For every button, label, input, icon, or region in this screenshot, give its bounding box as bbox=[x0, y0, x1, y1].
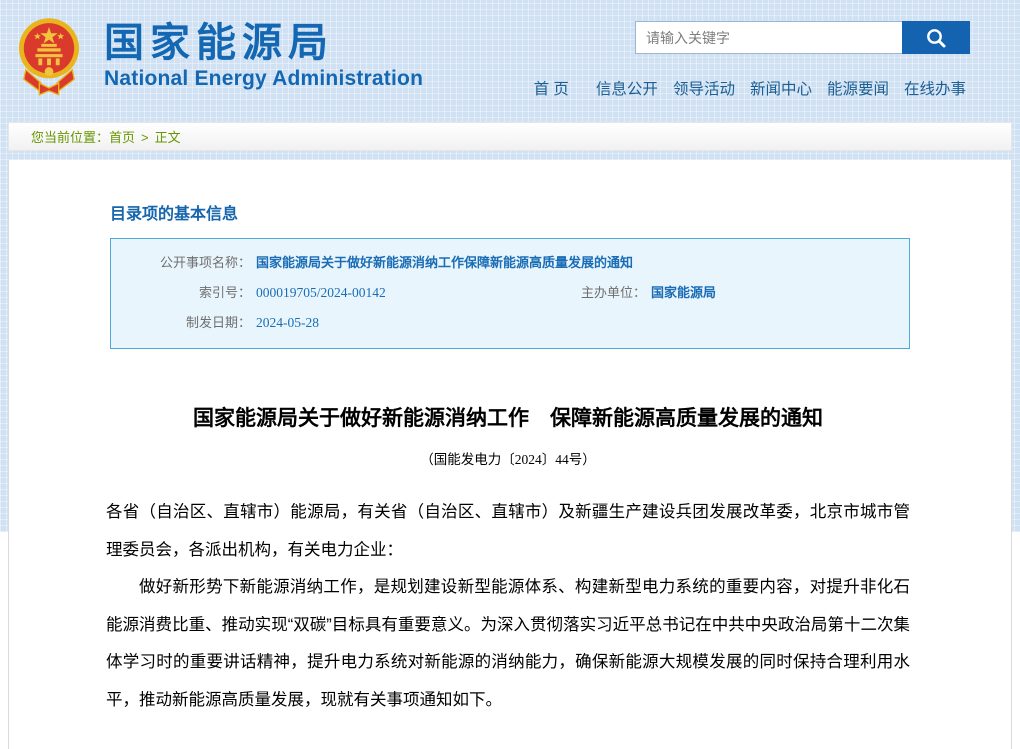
content-panel: 目录项的基本信息 公开事项名称： 国家能源局关于做好新能源消纳工作保障新能源高质… bbox=[8, 160, 1012, 749]
breadcrumb: 您当前位置：首页 > 正文 bbox=[8, 122, 1012, 151]
nav-item-online-services[interactable]: 在线办事 bbox=[904, 77, 966, 99]
breadcrumb-current: 正文 bbox=[154, 130, 181, 145]
search-bar bbox=[635, 21, 970, 54]
info-label-name: 公开事项名称： bbox=[159, 255, 251, 270]
section-title: 目录项的基本信息 bbox=[110, 206, 239, 223]
info-row-index-org: 索引号： 000019705/2024-00142 主办单位： 国家能源局 bbox=[111, 278, 909, 308]
info-row-date: 制发日期： 2024-05-28 bbox=[111, 308, 909, 338]
search-input[interactable] bbox=[635, 21, 902, 54]
national-emblem-icon bbox=[18, 18, 80, 96]
search-icon bbox=[927, 28, 946, 47]
main-nav: 首 页 信息公开 领导活动 新闻中心 能源要闻 在线办事 bbox=[534, 77, 966, 99]
site-brand: 国家能源局 National Energy Administration bbox=[104, 20, 423, 92]
article-paragraph: 各省（自治区、直辖市）能源局，有关省（自治区、直辖市）及新疆生产建设兵团发展改革… bbox=[106, 503, 910, 559]
info-value-index: 000019705/2024-00142 bbox=[256, 285, 386, 300]
info-value-org: 国家能源局 bbox=[651, 285, 717, 300]
article-title: 国家能源局关于做好新能源消纳工作 保障新能源高质量发展的通知 bbox=[193, 406, 823, 430]
info-label-index: 索引号： bbox=[198, 285, 251, 300]
document-info-table: 公开事项名称： 国家能源局关于做好新能源消纳工作保障新能源高质量发展的通知 索引… bbox=[110, 238, 910, 349]
nav-item-news-center[interactable]: 新闻中心 bbox=[750, 77, 812, 99]
info-value-date: 2024-05-28 bbox=[256, 315, 319, 330]
info-value-name: 国家能源局关于做好新能源消纳工作保障新能源高质量发展的通知 bbox=[256, 255, 634, 270]
document-number: （国能发电力〔2024〕44号） bbox=[420, 452, 596, 467]
site-header: 国家能源局 National Energy Administration 首 页… bbox=[0, 0, 1020, 113]
site-title-cn: 国家能源局 bbox=[104, 21, 334, 65]
search-button[interactable] bbox=[902, 21, 970, 54]
nav-item-info-disclosure[interactable]: 信息公开 bbox=[596, 77, 658, 99]
nav-item-energy-news[interactable]: 能源要闻 bbox=[827, 77, 889, 99]
nav-item-home[interactable]: 首 页 bbox=[534, 77, 569, 99]
nav-item-leadership[interactable]: 领导活动 bbox=[673, 77, 735, 99]
breadcrumb-prefix: 您当前位置： bbox=[31, 130, 110, 145]
site-title-en: National Energy Administration bbox=[104, 67, 424, 90]
info-label-org: 主办单位： bbox=[580, 285, 646, 300]
article-paragraph: 做好新形势下新能源消纳工作，是规划建设新型能源体系、构建新型电力系统的重要内容，… bbox=[106, 578, 910, 709]
info-label-date: 制发日期： bbox=[185, 315, 251, 330]
article: 国家能源局关于做好新能源消纳工作 保障新能源高质量发展的通知 （国能发电力〔20… bbox=[106, 403, 910, 719]
breadcrumb-separator: > bbox=[141, 130, 149, 145]
breadcrumb-home-link[interactable]: 首页 bbox=[109, 130, 135, 145]
info-row-name: 公开事项名称： 国家能源局关于做好新能源消纳工作保障新能源高质量发展的通知 bbox=[111, 248, 909, 278]
